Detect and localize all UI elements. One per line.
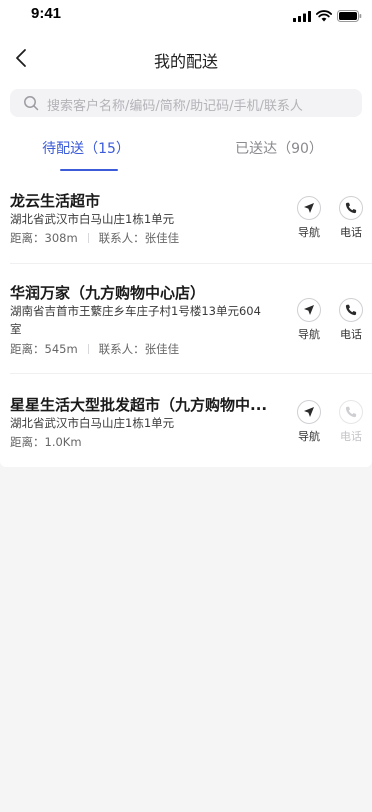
navigation-arrow-icon (303, 301, 315, 320)
customer-address: 湖南省吉首市王蘩庄乡车庄子村1号楼13单元604室 (10, 304, 261, 336)
search-input[interactable]: 搜索客户名称/编码/简称/助记码/手机/联系人 (10, 89, 362, 117)
navigation-arrow-icon (303, 199, 315, 218)
list-item[interactable]: 龙云生活超市 湖北省武汉市白马山庄1栋1单元 距离：308m 联系人：张佳佳 导… (0, 190, 372, 264)
contact-text: 联系人：张佳佳 (98, 342, 180, 356)
tab-pending[interactable]: 待配送（15） (0, 138, 172, 158)
delivery-meta: 距离：545m 联系人：张佳佳 (10, 341, 179, 357)
customer-address: 湖北省武汉市白马山庄1栋1单元 (10, 212, 175, 226)
distance-text: 距离：1.0Km (10, 435, 82, 449)
customer-name: 龙云生活超市 (10, 192, 101, 210)
call-label: 电话 (340, 328, 362, 341)
navigate-button[interactable]: 导航 (294, 400, 324, 444)
call-button[interactable]: 电话 (336, 298, 366, 342)
wifi-icon (316, 7, 332, 26)
battery-icon (337, 7, 362, 26)
search-placeholder: 搜索客户名称/编码/简称/助记码/手机/联系人 (47, 99, 303, 114)
customer-name: 华润万家（九方购物中心店） (10, 284, 206, 302)
list-item[interactable]: 星星生活大型批发超市（九方购物中... 湖北省武汉市白马山庄1栋1单元 距离：1… (0, 394, 372, 460)
status-icons (293, 7, 362, 26)
navigate-label: 导航 (298, 328, 320, 341)
call-button[interactable]: 电话 (336, 196, 366, 240)
navigate-label: 导航 (298, 226, 320, 239)
customer-address: 湖北省武汉市白马山庄1栋1单元 (10, 416, 175, 430)
signal-icon (293, 7, 311, 26)
page-title: 我的配送 (153, 52, 218, 71)
nav-bar: 我的配送 (0, 40, 372, 76)
phone-icon (345, 301, 357, 320)
status-time: 9:41 (31, 5, 62, 22)
call-button: 电话 (336, 400, 366, 444)
customer-name: 星星生活大型批发超市（九方购物中... (10, 396, 268, 414)
meta-divider (87, 233, 89, 243)
call-label: 电话 (340, 430, 362, 443)
list-item[interactable]: 华润万家（九方购物中心店） 湖南省吉首市王蘩庄乡车庄子村1号楼13单元604室 … (0, 282, 372, 374)
row-divider (10, 263, 372, 264)
navigate-label: 导航 (298, 430, 320, 443)
tab-bar: 待配送（15） 已送达（90） (0, 130, 372, 174)
call-label: 电话 (340, 226, 362, 239)
tab-delivered[interactable]: 已送达（90） (186, 138, 372, 158)
phone-icon (345, 199, 357, 218)
navigation-arrow-icon (303, 403, 315, 422)
contact-text: 联系人：张佳佳 (98, 231, 180, 245)
delivery-meta: 距离：308m 联系人：张佳佳 (10, 230, 179, 246)
active-tab-indicator (60, 169, 118, 171)
meta-divider (87, 344, 89, 354)
distance-text: 距离：308m (10, 231, 78, 245)
distance-text: 距离：545m (10, 342, 78, 356)
row-divider (10, 373, 372, 374)
navigate-button[interactable]: 导航 (294, 298, 324, 342)
navigate-button[interactable]: 导航 (294, 196, 324, 240)
phone-icon (345, 403, 357, 422)
content-panel: 9:41 我的配送 搜索客户名称/编码/简称/助记码/手机/联系人 待配送（15… (0, 0, 372, 467)
search-icon (23, 95, 39, 115)
status-bar: 9:41 (0, 0, 372, 30)
delivery-meta: 距离：1.0Km (10, 434, 82, 450)
